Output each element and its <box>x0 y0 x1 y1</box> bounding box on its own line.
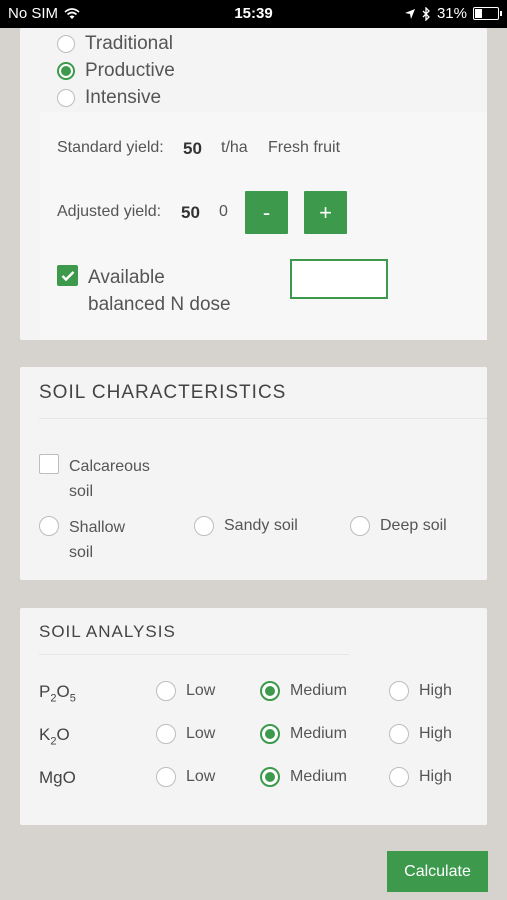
section-divider <box>39 654 349 655</box>
nutrient-label-k2o: K2O <box>39 725 70 748</box>
yield-unit: t/ha <box>221 139 248 156</box>
option-label: soil <box>69 483 94 500</box>
option-label: Low <box>186 682 216 699</box>
radio-circle[interactable] <box>194 516 214 536</box>
adjusted-yield-label: Adjusted yield: <box>57 203 162 220</box>
radio-circle[interactable] <box>260 724 280 744</box>
radio-circle[interactable] <box>156 767 176 787</box>
checkmark-icon <box>61 270 74 281</box>
radio-circle[interactable] <box>156 724 176 744</box>
option-label: soil <box>69 544 94 561</box>
calcareous-soil-option[interactable]: Calcareous soil <box>39 454 150 504</box>
radio-circle[interactable] <box>57 62 75 80</box>
battery-percent: 31% <box>436 5 467 22</box>
battery-icon <box>473 7 502 20</box>
option-label: High <box>419 725 452 742</box>
radio-label: Productive <box>85 60 175 81</box>
calcareous-checkbox[interactable] <box>39 454 59 474</box>
decrease-yield-button[interactable]: - <box>245 191 288 234</box>
option-label: Low <box>186 725 216 742</box>
radio-label: Intensive <box>85 87 162 108</box>
adjusted-yield-value: 50 <box>181 203 200 222</box>
sandy-soil-option[interactable]: Sandy soil <box>194 515 298 537</box>
adjusted-yield-delta: 0 <box>219 203 228 220</box>
n-dose-label-line2: balanced N dose <box>88 294 231 315</box>
radio-intensive[interactable]: Intensive <box>57 87 161 109</box>
n-dose-input[interactable] <box>290 259 388 299</box>
status-bar: No SIM 15:39 31% <box>0 0 507 28</box>
standard-yield-value: 50 <box>183 139 202 158</box>
radio-productive[interactable]: Productive <box>57 60 175 82</box>
option-label: High <box>419 682 452 699</box>
radio-circle[interactable] <box>57 35 75 53</box>
section-divider <box>39 418 487 419</box>
bluetooth-icon <box>422 6 430 21</box>
location-arrow-icon <box>404 8 415 19</box>
option-label: Calcareous <box>69 458 150 475</box>
radio-circle[interactable] <box>350 516 370 536</box>
mgo-low-option[interactable]: Low <box>156 766 215 788</box>
k2o-medium-option[interactable]: Medium <box>260 723 347 745</box>
k2o-high-option[interactable]: High <box>389 723 452 745</box>
standard-yield-label: Standard yield: <box>57 139 164 156</box>
n-dose-label-line1: Available <box>88 267 165 288</box>
radio-label: Traditional <box>85 33 174 54</box>
section-title: SOIL ANALYSIS <box>39 622 176 641</box>
option-label: Medium <box>290 768 347 785</box>
nutrient-label-p2o5: P2O5 <box>39 682 76 705</box>
option-label: High <box>419 768 452 785</box>
calculate-button[interactable]: Calculate <box>387 851 488 892</box>
radio-circle[interactable] <box>156 681 176 701</box>
increase-yield-button[interactable]: + <box>304 191 347 234</box>
option-label: Medium <box>290 725 347 742</box>
radio-traditional[interactable]: Traditional <box>57 33 173 55</box>
radio-circle[interactable] <box>260 767 280 787</box>
option-label: Medium <box>290 682 347 699</box>
radio-circle[interactable] <box>39 516 59 536</box>
radio-circle[interactable] <box>260 681 280 701</box>
radio-circle[interactable] <box>389 767 409 787</box>
p2o5-medium-option[interactable]: Medium <box>260 680 347 702</box>
radio-circle[interactable] <box>57 89 75 107</box>
shallow-soil-option[interactable]: Shallow soil <box>39 515 125 565</box>
n-dose-checkbox[interactable] <box>57 265 78 286</box>
deep-soil-option[interactable]: Deep soil <box>350 515 447 537</box>
section-title: SOIL CHARACTERISTICS <box>39 382 287 403</box>
option-label: Low <box>186 768 216 785</box>
product-type: Fresh fruit <box>268 139 341 156</box>
option-label: Deep soil <box>380 517 447 534</box>
mgo-medium-option[interactable]: Medium <box>260 766 347 788</box>
option-label: Shallow <box>69 519 126 536</box>
radio-circle[interactable] <box>389 681 409 701</box>
radio-circle[interactable] <box>389 724 409 744</box>
mgo-high-option[interactable]: High <box>389 766 452 788</box>
p2o5-low-option[interactable]: Low <box>156 680 215 702</box>
nutrient-label-mgo: MgO <box>39 768 76 787</box>
k2o-low-option[interactable]: Low <box>156 723 215 745</box>
option-label: Sandy soil <box>224 517 298 534</box>
p2o5-high-option[interactable]: High <box>389 680 452 702</box>
